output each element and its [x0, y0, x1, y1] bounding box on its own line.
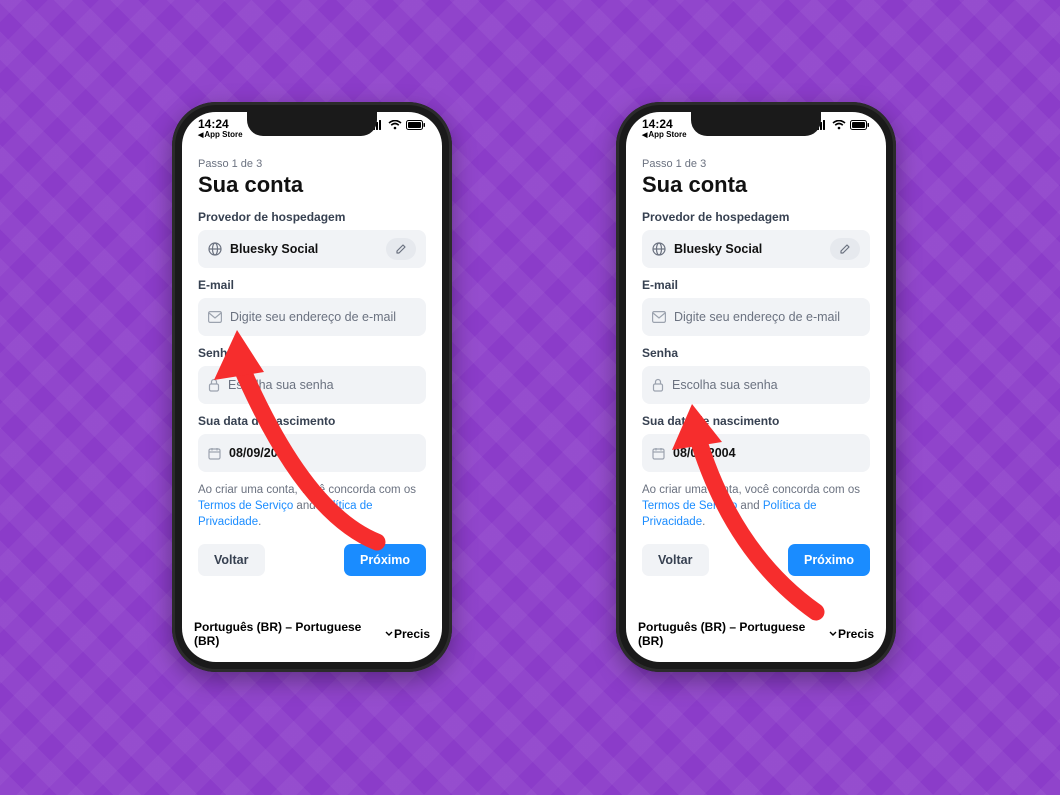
password-label: Senha [198, 346, 426, 360]
next-button[interactable]: Próximo [344, 544, 426, 576]
status-back-link[interactable]: ◀ App Store [642, 131, 687, 139]
calendar-icon [652, 447, 665, 460]
edit-provider-button[interactable] [830, 238, 860, 260]
lock-icon [652, 378, 664, 392]
chevron-down-icon [828, 630, 838, 638]
pencil-icon [395, 243, 407, 255]
provider-field[interactable]: Bluesky Social [198, 230, 426, 268]
birth-label: Sua data de nascimento [642, 414, 870, 428]
back-button[interactable]: Voltar [198, 544, 265, 576]
back-button[interactable]: Voltar [642, 544, 709, 576]
language-selector[interactable]: Português (BR) – Portuguese (BR) [638, 620, 838, 648]
email-placeholder: Digite seu endereço de e-mail [230, 310, 396, 324]
battery-icon [406, 120, 426, 130]
terms-text: Ao criar uma conta, você concorda com os… [198, 482, 426, 530]
pencil-icon [839, 243, 851, 255]
calendar-icon [208, 447, 221, 460]
background: 14:24 ◀ App Store [0, 0, 1060, 795]
phone-notch [691, 112, 821, 136]
email-field[interactable]: Digite seu endereço de e-mail [198, 298, 426, 336]
help-link[interactable]: Precis [838, 627, 874, 641]
provider-value: Bluesky Social [674, 242, 762, 256]
battery-icon [850, 120, 870, 130]
bottom-bar: Português (BR) – Portuguese (BR) Precis [182, 620, 442, 648]
password-field[interactable]: Escolha sua senha [642, 366, 870, 404]
step-indicator: Passo 1 de 3 [198, 158, 426, 170]
tos-link[interactable]: Termos de Serviço [198, 500, 293, 512]
email-field[interactable]: Digite seu endereço de e-mail [642, 298, 870, 336]
phone-screen-1: 14:24 ◀ App Store [182, 112, 442, 662]
birth-field[interactable]: 08/09/2004 [642, 434, 870, 472]
phone-mockup-2: 14:24 ◀ App Store [616, 102, 896, 672]
status-time: 14:24 [198, 118, 243, 130]
terms-text: Ao criar uma conta, você concorda com os… [642, 482, 870, 530]
email-label: E-mail [642, 278, 870, 292]
status-icons [370, 120, 426, 130]
phone-mockup-1: 14:24 ◀ App Store [172, 102, 452, 672]
birth-value: 08/09/2004 [229, 446, 292, 460]
globe-icon [208, 242, 222, 256]
birth-value: 08/09/2004 [673, 446, 736, 460]
password-placeholder: Escolha sua senha [672, 378, 778, 392]
lock-icon [208, 378, 220, 392]
bottom-bar: Português (BR) – Portuguese (BR) Precis [626, 620, 886, 648]
next-button[interactable]: Próximo [788, 544, 870, 576]
step-indicator: Passo 1 de 3 [642, 158, 870, 170]
wifi-icon [832, 120, 846, 130]
provider-label: Provedor de hospedagem [198, 210, 426, 224]
page-title: Sua conta [642, 172, 870, 198]
provider-label: Provedor de hospedagem [642, 210, 870, 224]
provider-field[interactable]: Bluesky Social [642, 230, 870, 268]
globe-icon [652, 242, 666, 256]
phone-screen-2: 14:24 ◀ App Store [626, 112, 886, 662]
tos-link[interactable]: Termos de Serviço [642, 500, 737, 512]
status-icons [814, 120, 870, 130]
back-triangle-icon: ◀ [198, 132, 203, 139]
mail-icon [208, 311, 222, 323]
mail-icon [652, 311, 666, 323]
birth-label: Sua data de nascimento [198, 414, 426, 428]
phone-notch [247, 112, 377, 136]
edit-provider-button[interactable] [386, 238, 416, 260]
birth-field[interactable]: 08/09/2004 [198, 434, 426, 472]
help-link[interactable]: Precis [394, 627, 430, 641]
wifi-icon [388, 120, 402, 130]
status-time: 14:24 [642, 118, 687, 130]
password-label: Senha [642, 346, 870, 360]
language-selector[interactable]: Português (BR) – Portuguese (BR) [194, 620, 394, 648]
password-field[interactable]: Escolha sua senha [198, 366, 426, 404]
provider-value: Bluesky Social [230, 242, 318, 256]
back-triangle-icon: ◀ [642, 132, 647, 139]
password-placeholder: Escolha sua senha [228, 378, 334, 392]
chevron-down-icon [384, 630, 394, 638]
page-title: Sua conta [198, 172, 426, 198]
email-label: E-mail [198, 278, 426, 292]
status-back-link[interactable]: ◀ App Store [198, 131, 243, 139]
email-placeholder: Digite seu endereço de e-mail [674, 310, 840, 324]
